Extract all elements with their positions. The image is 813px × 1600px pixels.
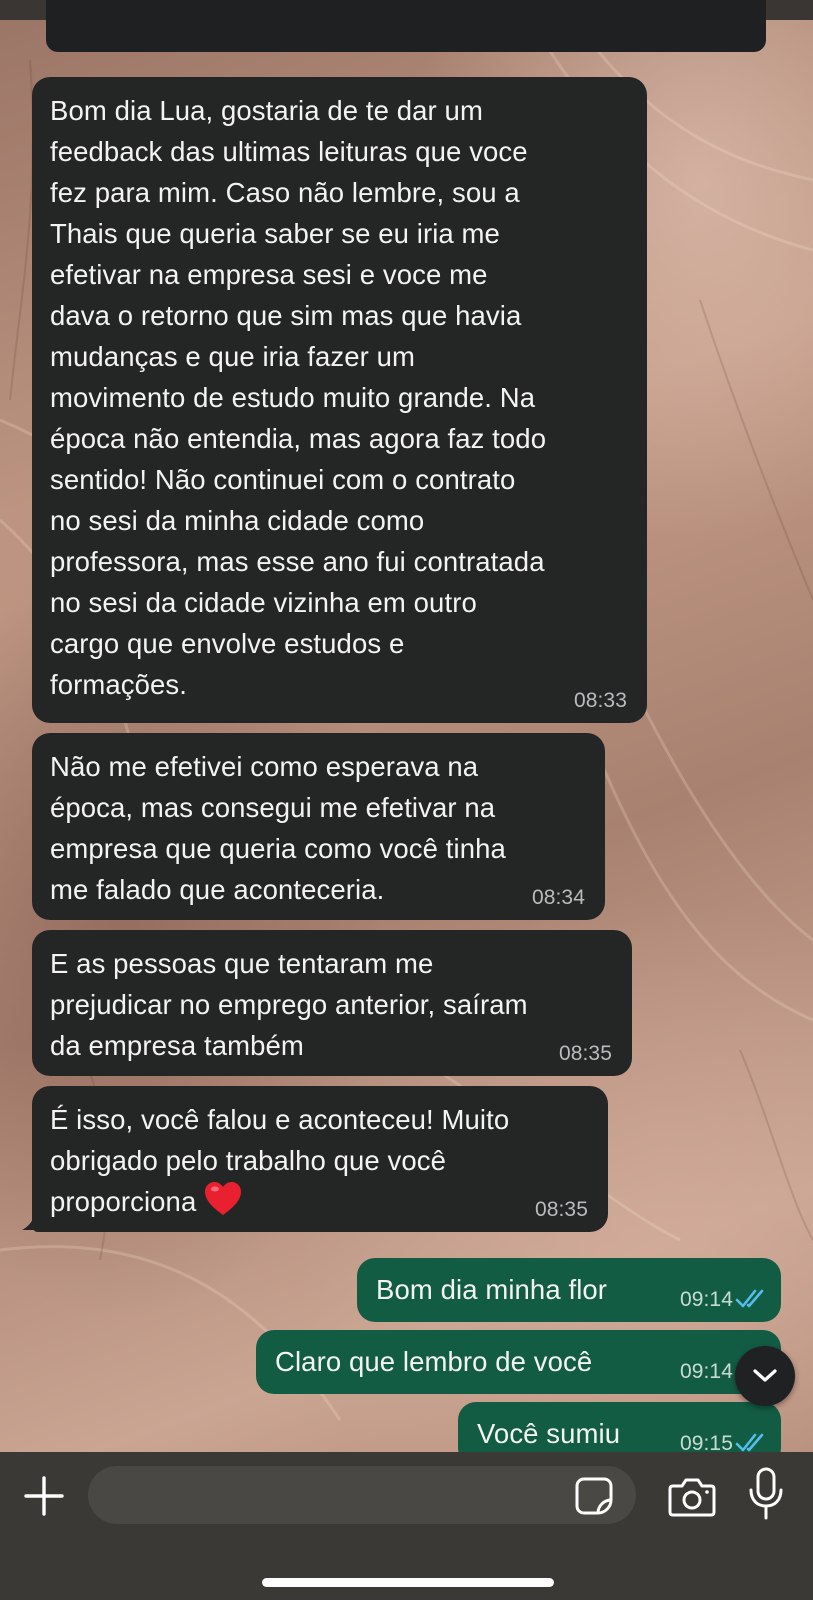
plus-icon[interactable] [22, 1474, 66, 1518]
message-time: 09:14 [679, 1360, 733, 1383]
message-bubble-outgoing[interactable]: Bom dia minha flor 09:14 [357, 1258, 781, 1322]
message-text: É isso, você falou e aconteceu! Muito ob… [50, 1099, 590, 1222]
message-bubble-incoming[interactable]: Bom dia Lua, gostaria de te dar um feedb… [32, 77, 647, 723]
microphone-icon[interactable] [746, 1466, 786, 1522]
message-text: E as pessoas que tentaram me prejudicar … [50, 948, 528, 1061]
message-time: 09:14 [679, 1288, 733, 1311]
message-text: Bom dia Lua, gostaria de te dar um feedb… [50, 95, 547, 700]
message-time: 08:33 [573, 689, 627, 712]
message-bubble-incoming[interactable]: E as pessoas que tentaram me prejudicar … [32, 930, 632, 1076]
chevron-down-icon [753, 1369, 777, 1382]
previous-message-bubble [46, 0, 766, 52]
home-indicator[interactable] [262, 1578, 554, 1587]
message-time: 08:34 [531, 886, 585, 909]
sticker-icon[interactable] [574, 1476, 614, 1516]
message-time: 08:35 [534, 1198, 588, 1221]
message-text: Não me efetivei como esperava na época, … [50, 751, 506, 905]
red-heart-icon [205, 1182, 242, 1215]
message-input[interactable] [88, 1466, 636, 1524]
message-bubble-incoming[interactable]: Não me efetivei como esperava na época, … [32, 733, 605, 920]
scroll-to-bottom-button[interactable] [735, 1346, 795, 1406]
read-receipt-icon [735, 1289, 764, 1308]
message-text-content: É isso, você falou e aconteceu! Muito ob… [50, 1104, 510, 1217]
message-bubble-incoming[interactable]: É isso, você falou e aconteceu! Muito ob… [32, 1086, 608, 1232]
message-bubble-outgoing[interactable]: Claro que lembro de você 09:14 [256, 1330, 781, 1394]
read-receipt-icon [735, 1433, 764, 1452]
message-time: 08:35 [558, 1042, 612, 1065]
camera-icon[interactable] [668, 1474, 716, 1518]
